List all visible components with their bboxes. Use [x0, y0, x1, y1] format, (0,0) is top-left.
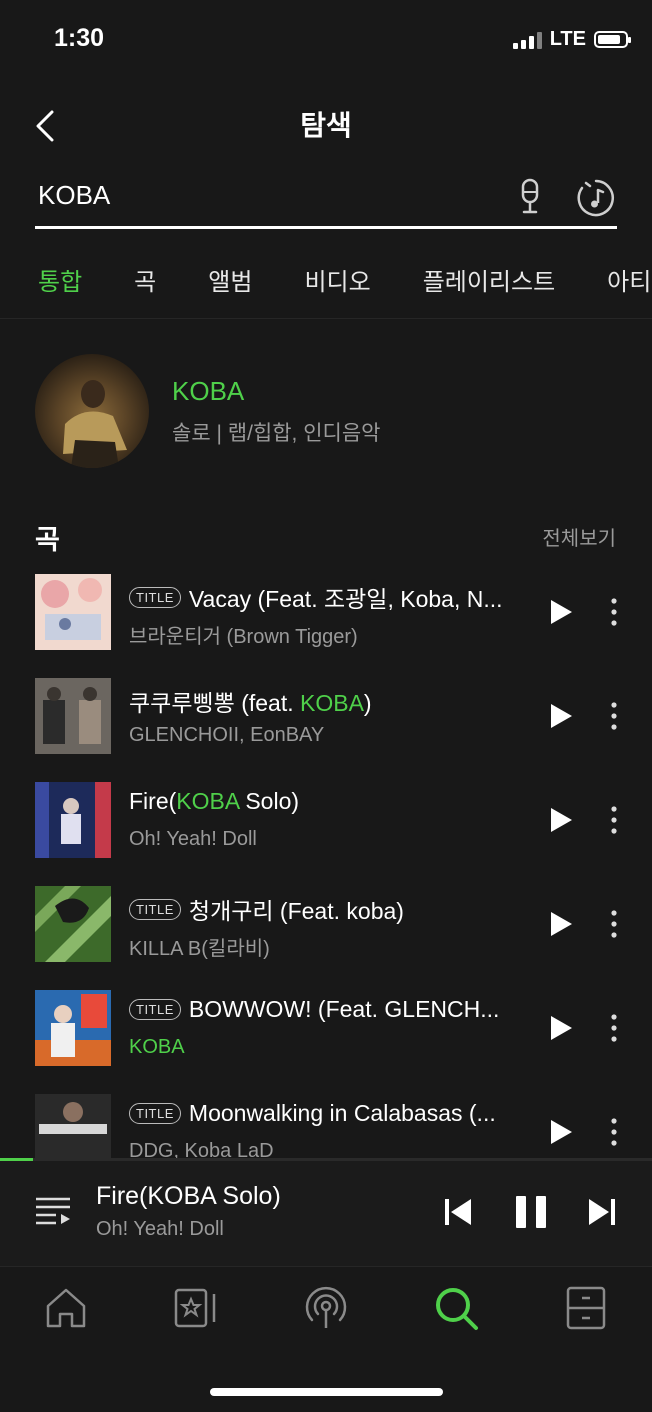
play-icon[interactable] [548, 806, 574, 834]
divider [0, 1266, 652, 1267]
list-item[interactable]: TITLE BOWWOW! (Feat. GLENCH... KOBA [0, 990, 652, 1094]
play-icon[interactable] [548, 1118, 574, 1146]
more-vertical-icon[interactable] [604, 596, 624, 628]
library-star-icon[interactable] [172, 1284, 220, 1332]
album-thumbnail [35, 678, 111, 754]
list-item[interactable]: Fire(KOBA Solo) Oh! Yeah! Doll [0, 782, 652, 886]
tab-albums[interactable]: 앨범 [208, 262, 252, 297]
list-item[interactable]: TITLE 청개구리 (Feat. koba) KILLA B(킬라비) [0, 886, 652, 990]
more-vertical-icon[interactable] [604, 908, 624, 940]
home-icon[interactable] [42, 1284, 90, 1332]
status-indicators: LTE [512, 28, 631, 51]
song-artist: Oh! Yeah! Doll [129, 828, 257, 850]
more-vertical-icon[interactable] [604, 1116, 624, 1148]
song-artist: 브라운티거 (Brown Tigger) [129, 626, 358, 648]
playback-progress-track[interactable] [0, 1158, 652, 1161]
list-item[interactable]: TITLE Vacay (Feat. 조광일, Koba, N... 브라운티거… [0, 574, 652, 678]
now-playing-title[interactable]: Fire(KOBA Solo) [96, 1182, 281, 1211]
pause-icon[interactable] [514, 1194, 548, 1230]
song-artist: KILLA B(킬라비) [129, 938, 270, 960]
song-title: 쿠쿠루삥뽕 (feat. KOBA) [129, 690, 372, 716]
podcast-icon[interactable] [302, 1284, 350, 1332]
song-title: Vacay (Feat. 조광일, Koba, N... [188, 586, 503, 612]
tab-artists[interactable]: 아티 [607, 262, 651, 297]
next-track-icon[interactable] [586, 1196, 618, 1228]
song-artist: DDG, Koba LaD [129, 1140, 274, 1158]
song-title: Fire(KOBA Solo) [129, 788, 300, 814]
home-indicator[interactable] [210, 1388, 443, 1396]
song-title: BOWWOW! (Feat. GLENCH... [188, 996, 500, 1022]
status-time: 1:30 [54, 24, 105, 52]
microphone-icon[interactable] [514, 178, 546, 216]
tab-songs[interactable]: 곡 [134, 262, 156, 297]
album-thumbnail [35, 574, 111, 650]
page-title: 탐색 [300, 110, 352, 141]
song-artist: GLENCHOII, EonBAY [129, 724, 325, 746]
search-underline [35, 226, 617, 229]
title-badge: TITLE [129, 586, 181, 608]
title-badge: TITLE [129, 999, 181, 1020]
storage-drawer-icon[interactable] [562, 1284, 610, 1332]
more-vertical-icon[interactable] [604, 1012, 624, 1044]
artist-avatar[interactable] [35, 354, 149, 468]
search-tabs: 통합 곡 앨범 비디오 플레이리스트 아티 [38, 262, 652, 297]
tab-all[interactable]: 통합 [38, 262, 82, 297]
play-icon[interactable] [548, 598, 574, 626]
playback-progress-fill [0, 1158, 33, 1161]
list-item[interactable]: 쿠쿠루삥뽕 (feat. KOBA) GLENCHOII, EonBAY [0, 678, 652, 782]
more-vertical-icon[interactable] [604, 804, 624, 836]
divider [0, 318, 652, 319]
battery-icon [594, 31, 631, 48]
tab-videos[interactable]: 비디오 [304, 262, 370, 297]
list-item[interactable]: TITLE Moonwalking in Calabasas (... DDG,… [0, 1094, 652, 1158]
tab-playlists[interactable]: 플레이리스트 [423, 262, 555, 297]
play-icon[interactable] [548, 910, 574, 938]
more-vertical-icon[interactable] [604, 700, 624, 732]
signal-icon [512, 31, 542, 49]
previous-track-icon[interactable] [442, 1196, 474, 1228]
mini-player[interactable] [0, 1158, 652, 1266]
artist-name[interactable]: KOBA [172, 376, 244, 407]
play-icon[interactable] [548, 1014, 574, 1042]
album-thumbnail [35, 886, 111, 962]
section-title-songs: 곡 [35, 525, 60, 555]
now-playing-artist: Oh! Yeah! Doll [96, 1218, 224, 1240]
play-icon[interactable] [548, 702, 574, 730]
album-thumbnail [35, 782, 111, 858]
network-label: LTE [549, 28, 586, 50]
music-recognition-icon[interactable] [576, 178, 616, 218]
artist-meta: 솔로 | 랩/힙합, 인디음악 [172, 422, 381, 445]
search-icon[interactable] [432, 1284, 480, 1332]
search-input[interactable] [38, 180, 498, 211]
see-all-link[interactable]: 전체보기 [542, 522, 616, 551]
playlist-queue-icon[interactable] [34, 1193, 72, 1229]
title-badge: TITLE [129, 898, 181, 920]
title-badge: TITLE [129, 1103, 181, 1124]
album-thumbnail [35, 1094, 111, 1158]
song-title: 청개구리 (Feat. koba) [188, 898, 404, 924]
album-thumbnail [35, 990, 111, 1066]
song-artist: KOBA [129, 1036, 185, 1058]
song-title: Moonwalking in Calabasas (... [188, 1100, 496, 1126]
